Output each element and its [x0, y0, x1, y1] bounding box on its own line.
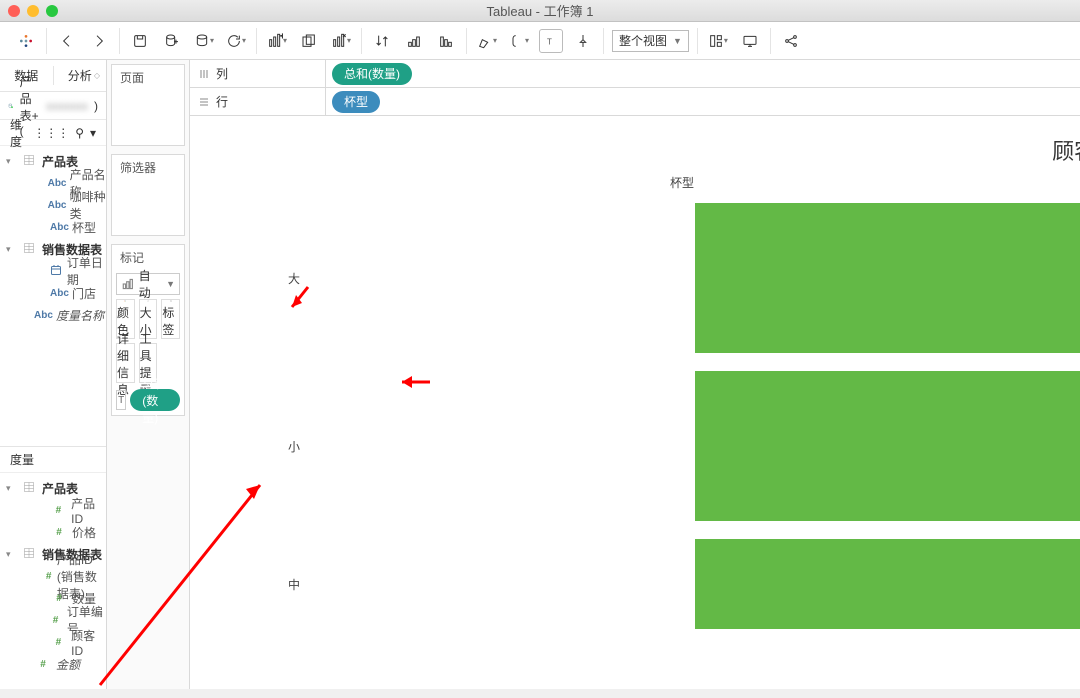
refresh-button[interactable]: ▾ [224, 29, 248, 53]
redacted-text: xxxxxxx [46, 99, 88, 113]
data-pane: 数据 分析◇ 产品表+ (xxxxxxx) 维度 ⋮⋮⋮ ⚲ ▾ ▾产品表Abc… [0, 60, 107, 689]
chevron-icon: ◇ [94, 71, 100, 80]
chart-bar-row: 中 [280, 539, 1080, 629]
highlight-button[interactable]: ▾ [475, 29, 499, 53]
view-icon[interactable]: ⋮⋮⋮ [33, 126, 69, 140]
dimensions-header: 维度 ⋮⋮⋮ ⚲ ▾ [0, 120, 106, 146]
presentation-button[interactable] [738, 29, 762, 53]
tab-data[interactable]: 数据 [0, 60, 53, 91]
bar-category-label: 大 [280, 270, 300, 287]
pin-button[interactable] [571, 29, 595, 53]
datasource-icon [8, 99, 14, 113]
bar-icon [121, 277, 135, 291]
tree-field[interactable]: Abc杯型 [0, 216, 106, 238]
columns-shelf[interactable]: 列 总和(数量) [190, 60, 1080, 88]
worksheet-area: 列 总和(数量) 行 杯型 顾客选择杯型 杯型 大13,419 小13,832 中 [190, 60, 1080, 689]
chart-axis-title: 杯型 [190, 174, 1080, 191]
tree-field[interactable]: #顾客ID [0, 631, 106, 653]
cards-column: 页面 筛选器 标记 自动 ▼ 颜色 大小 T标签 详细信息 工具提示 [107, 60, 190, 689]
rows-pill[interactable]: 杯型 [332, 91, 380, 113]
tree-field[interactable]: Abc度量名称 [0, 304, 106, 326]
bar[interactable] [695, 203, 1080, 353]
marks-card: 标记 自动 ▼ 颜色 大小 T标签 详细信息 工具提示 T 总和(数量) [111, 244, 185, 416]
rows-icon [198, 96, 210, 108]
bar[interactable] [695, 539, 1080, 629]
tree-field[interactable]: #产品ID [0, 499, 106, 521]
save-button[interactable] [128, 29, 152, 53]
forward-button[interactable] [87, 29, 111, 53]
tree-field[interactable]: #产品ID (销售数据表) [0, 565, 106, 587]
pages-card[interactable]: 页面 [111, 64, 185, 146]
close-window-button[interactable] [8, 5, 20, 17]
label-pill[interactable]: 总和(数量) [130, 389, 180, 411]
clear-sheet-button[interactable]: ▾ [329, 29, 353, 53]
menu-icon[interactable]: ▾ [90, 126, 96, 140]
bar-category-label: 小 [280, 438, 300, 455]
label-icon: T [163, 300, 179, 302]
chevron-down-icon: ▼ [673, 36, 682, 46]
mark-type-label: 自动 [139, 267, 162, 301]
tree-field[interactable]: #价格 [0, 521, 106, 543]
new-datasource-button[interactable] [160, 29, 184, 53]
pause-updates-button[interactable]: ▾ [192, 29, 216, 53]
bar-chart: 大13,419 小13,832 中 [190, 203, 1080, 647]
detail-button[interactable]: 详细信息 [116, 343, 135, 383]
swap-button[interactable] [370, 29, 394, 53]
sort-desc-button[interactable] [434, 29, 458, 53]
new-sheet-button[interactable]: +▾ [265, 29, 289, 53]
tree-field[interactable]: 订单日期 [0, 260, 106, 282]
search-icon[interactable]: ⚲ [75, 126, 84, 140]
rows-shelf[interactable]: 行 杯型 [190, 88, 1080, 116]
window-titlebar: Tableau - 工作簿 1 [0, 0, 1080, 22]
tree-field[interactable]: Abc门店 [0, 282, 106, 304]
filters-card[interactable]: 筛选器 [111, 154, 185, 236]
chart-bar-row: 小13,832 [280, 371, 1080, 521]
main-toolbar: ▾ ▾ +▾ ▾ ▾ ▾ T 整个视图 ▼ ▾ [0, 22, 1080, 60]
zoom-window-button[interactable] [46, 5, 58, 17]
dimensions-tree: ▾产品表Abc产品名称Abc咖啡种类Abc杯型▾销售数据表订单日期Abc门店Ab… [0, 146, 106, 446]
show-cards-button[interactable]: ▾ [706, 29, 730, 53]
back-button[interactable] [55, 29, 79, 53]
tree-field[interactable]: Abc咖啡种类 [0, 194, 106, 216]
sort-asc-button[interactable] [402, 29, 426, 53]
chart-title[interactable]: 顾客选择杯型 [190, 116, 1080, 174]
duplicate-sheet-button[interactable] [297, 29, 321, 53]
group-button[interactable]: ▾ [507, 29, 531, 53]
window-controls [8, 5, 58, 17]
bar[interactable] [695, 371, 1080, 521]
logo-icon[interactable] [14, 29, 38, 53]
svg-text:T: T [547, 37, 552, 46]
share-button[interactable] [779, 29, 803, 53]
tab-analytics[interactable]: 分析◇ [54, 60, 107, 91]
labels-button[interactable]: T [539, 29, 563, 53]
label-button[interactable]: T标签 [161, 299, 180, 339]
chart-bar-row: 大13,419 [280, 203, 1080, 353]
columns-pill[interactable]: 总和(数量) [332, 63, 412, 85]
minimize-window-button[interactable] [27, 5, 39, 17]
fit-selector[interactable]: 整个视图 ▼ [612, 30, 689, 52]
measures-header: 度量 [0, 447, 106, 473]
columns-icon [198, 68, 210, 80]
color-icon [117, 300, 133, 302]
window-title: Tableau - 工作簿 1 [487, 1, 594, 20]
fit-selector-label: 整个视图 [619, 32, 667, 49]
mark-type-selector[interactable]: 自动 ▼ [116, 273, 180, 295]
chevron-down-icon: ▼ [166, 279, 175, 289]
measures-tree: ▾产品表#产品ID#价格▾销售数据表#产品ID (销售数据表)#数量#订单编号#… [0, 473, 106, 679]
label-marker-icon: T [116, 390, 126, 410]
bar-category-label: 中 [280, 576, 300, 593]
